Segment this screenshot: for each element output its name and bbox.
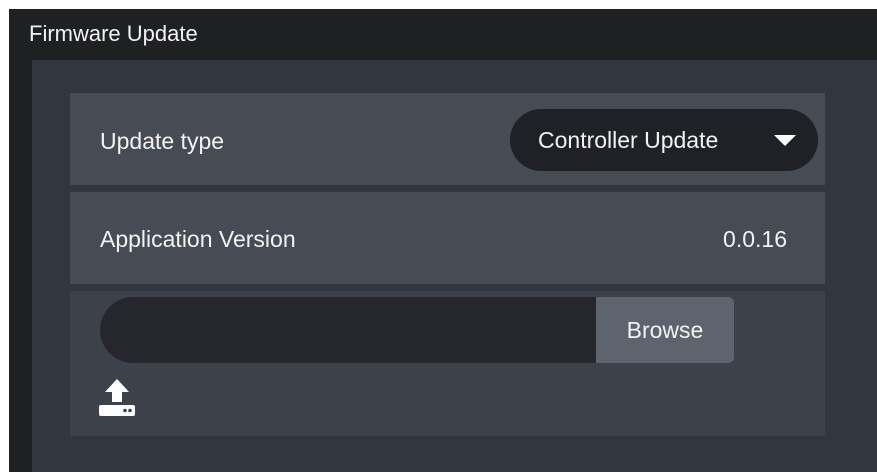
file-path-input[interactable] [100,297,596,363]
upload-icon[interactable] [95,377,139,419]
firmware-update-panel: Update type Controller Update Applicatio… [32,60,877,472]
file-upload-row: Browse [70,291,825,436]
window-title: Firmware Update [29,21,198,46]
update-type-selected-value: Controller Update [538,127,719,153]
application-version-row: Application Version 0.0.16 [70,192,825,284]
browse-button[interactable]: Browse [596,297,734,363]
firmware-update-window: Firmware Update Update type Controller U… [9,9,877,472]
application-version-label: Application Version [100,226,296,252]
caret-down-icon [774,135,796,146]
update-type-row: Update type Controller Update [70,93,825,185]
update-type-select[interactable]: Controller Update [510,109,818,171]
application-version-value: 0.0.16 [723,226,787,252]
update-type-label: Update type [100,128,225,154]
